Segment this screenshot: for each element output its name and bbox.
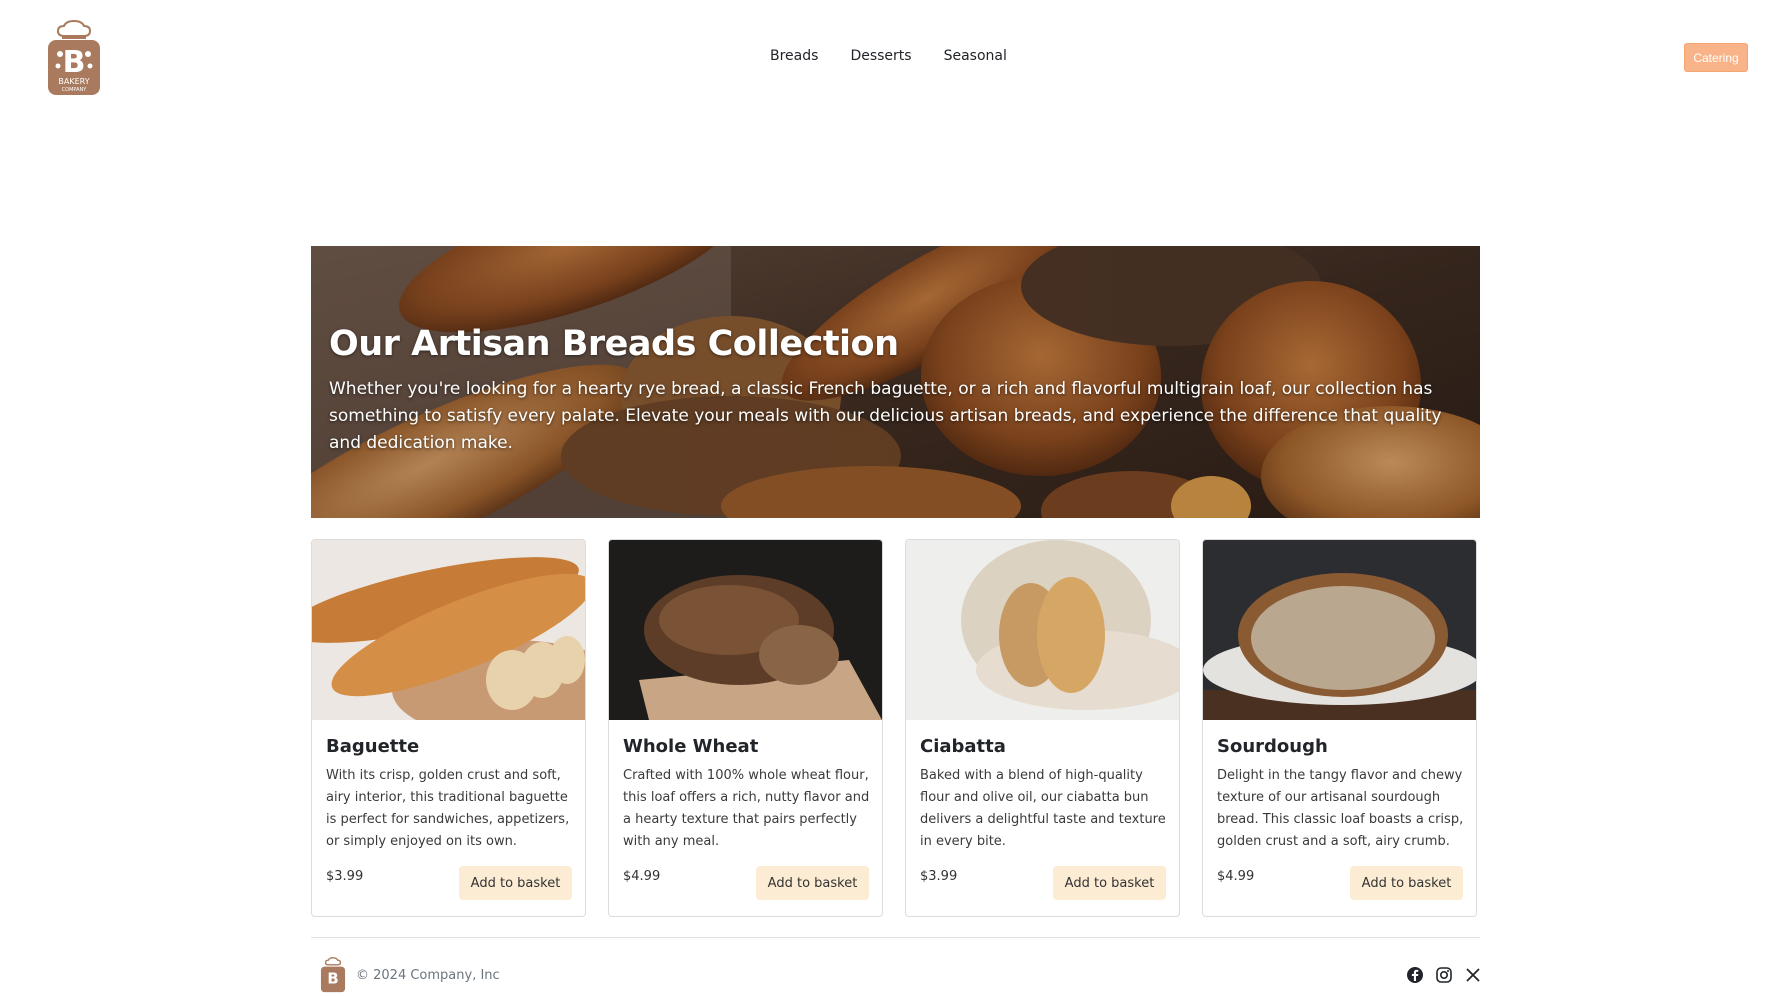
logo-sub: COMPANY — [62, 87, 88, 93]
main-nav: Breads Desserts Seasonal — [770, 48, 1007, 64]
product-description: Baked with a blend of high-quality flour… — [920, 768, 1166, 849]
svg-text:B: B — [327, 969, 338, 987]
nav-breads[interactable]: Breads — [770, 48, 818, 64]
bakery-logo[interactable]: B BAKERY COMPANY — [46, 20, 102, 96]
hero-title: Our Artisan Breads Collection — [329, 324, 899, 364]
add-to-basket-button[interactable]: Add to basket — [1053, 866, 1166, 900]
nav-desserts[interactable]: Desserts — [850, 48, 911, 64]
add-to-basket-button[interactable]: Add to basket — [756, 866, 869, 900]
product-name: Baguette — [326, 736, 420, 757]
baguette-photo — [312, 540, 585, 720]
product-card: Baguette With its crisp, golden crust an… — [311, 539, 586, 917]
catering-button[interactable]: Catering — [1684, 43, 1748, 72]
product-description: With its crisp, golden crust and soft, a… — [326, 768, 570, 849]
product-name: Sourdough — [1217, 736, 1328, 757]
hero-banner: Our Artisan Breads Collection Whether yo… — [311, 246, 1480, 518]
x-icon[interactable] — [1464, 966, 1482, 984]
add-to-basket-button[interactable]: Add to basket — [459, 866, 572, 900]
product-price: $4.99 — [1217, 869, 1255, 884]
facebook-icon[interactable] — [1406, 966, 1424, 984]
site-header: B BAKERY COMPANY Breads Desserts Seasona… — [0, 0, 1783, 120]
product-card: Sourdough Delight in the tangy flavor an… — [1202, 539, 1477, 917]
whole-wheat-photo — [609, 540, 882, 720]
copyright-text: © 2024 Company, Inc — [356, 968, 500, 983]
footer-logo[interactable]: B — [320, 957, 346, 993]
hero-description: Whether you're looking for a hearty rye … — [329, 379, 1442, 453]
logo-word: BAKERY — [58, 77, 89, 86]
svg-text:B: B — [63, 45, 86, 80]
product-description: Crafted with 100% whole wheat flour, thi… — [623, 768, 870, 849]
ciabatta-photo — [906, 540, 1179, 720]
product-name: Whole Wheat — [623, 736, 759, 757]
product-price: $3.99 — [326, 869, 364, 884]
instagram-icon[interactable] — [1435, 966, 1453, 984]
product-name: Ciabatta — [920, 736, 1006, 757]
product-card: Whole Wheat Crafted with 100% whole whea… — [608, 539, 883, 917]
product-grid: Baguette With its crisp, golden crust an… — [311, 539, 1480, 917]
product-price: $4.99 — [623, 869, 661, 884]
product-price: $3.99 — [920, 869, 958, 884]
sourdough-photo — [1203, 540, 1476, 720]
nav-seasonal[interactable]: Seasonal — [944, 48, 1007, 64]
footer-divider — [311, 937, 1480, 938]
product-card: Ciabatta Baked with a blend of high-qual… — [905, 539, 1180, 917]
add-to-basket-button[interactable]: Add to basket — [1350, 866, 1463, 900]
product-description: Delight in the tangy flavor and chewy te… — [1217, 768, 1464, 849]
